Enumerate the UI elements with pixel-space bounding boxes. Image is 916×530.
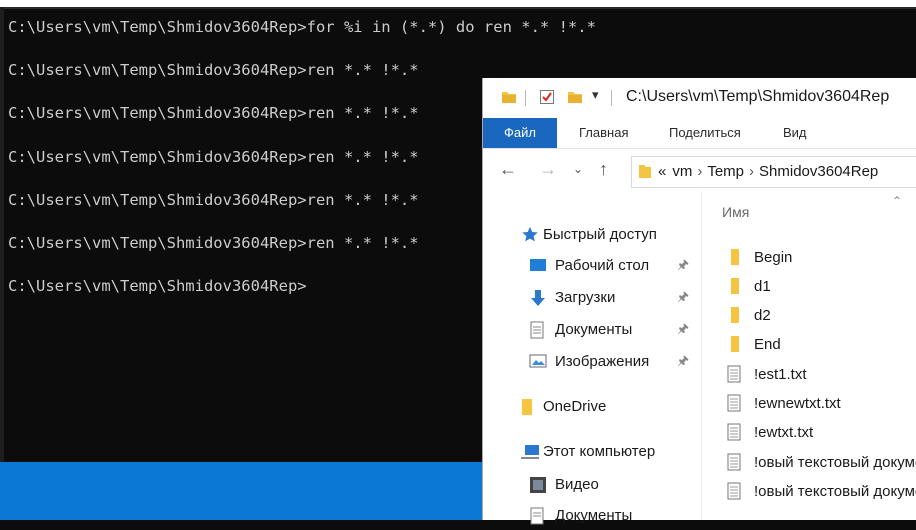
tab-file[interactable]: Файл [483, 118, 557, 148]
title-separator [611, 90, 612, 106]
nav-item-label: Документы [555, 507, 633, 524]
ribbon-tabs: Файл Главная Поделиться Вид [483, 118, 916, 149]
list-item[interactable]: !овый текстовый документ (2).txt [726, 479, 916, 505]
list-item[interactable]: d1 [726, 274, 916, 300]
nav-item-label: Этот компьютер [543, 443, 656, 460]
computer-icon [519, 443, 541, 466]
window-title: C:\Users\vm\Temp\Shmidov3604Rep [626, 88, 890, 105]
folder-icon [521, 398, 533, 421]
properties-icon[interactable] [539, 89, 555, 110]
file-name: d1 [754, 278, 771, 295]
nav-item-documents-pc[interactable]: Документы [483, 503, 701, 529]
nav-item-label: OneDrive [543, 398, 607, 415]
text-file-icon [726, 423, 742, 446]
file-name: !ewnewtxt.txt [754, 395, 841, 412]
breadcrumb-separator: › [749, 163, 755, 180]
column-header-name[interactable]: Имя [722, 204, 749, 220]
pin-icon: 🖈 [677, 257, 690, 272]
console-line: C:\Users\vm\Temp\Shmidov3604Rep>for %i i… [8, 18, 596, 36]
list-item[interactable]: !est1.txt [726, 362, 916, 388]
document-icon [529, 507, 545, 530]
nav-item-label: Быстрый доступ [543, 226, 657, 243]
nav-item-label: Видео [555, 476, 599, 493]
list-item[interactable]: !ewtxt.txt [726, 420, 916, 446]
breadcrumb-item[interactable]: vm [672, 163, 692, 180]
nav-item-images[interactable]: Изображения 🖈 [483, 349, 701, 375]
title-bar[interactable]: ▾ C:\Users\vm\Temp\Shmidov3604Rep [483, 78, 916, 118]
desktop-icon [529, 257, 547, 278]
breadcrumb-item[interactable]: Temp [707, 163, 744, 180]
pictures-icon [529, 353, 547, 374]
breadcrumb-separator: › [697, 163, 703, 180]
console-line: C:\Users\vm\Temp\Shmidov3604Rep>ren *.* … [8, 148, 419, 166]
back-arrow-icon[interactable]: ← [499, 159, 517, 180]
folder-icon [726, 335, 742, 358]
file-name: !ewtxt.txt [754, 424, 814, 441]
address-bar[interactable]: «vm › Temp › Shmidov3604Rep [631, 156, 916, 188]
pin-icon: 🖈 [677, 321, 690, 336]
screen-left-border [0, 7, 4, 520]
pin-icon: 🖈 [677, 353, 690, 368]
navigation-pane: Быстрый доступ Рабочий стол 🖈 Загрузки 🖈… [483, 191, 701, 525]
list-item[interactable]: Begin [726, 245, 916, 271]
nav-item-label: Документы [555, 321, 633, 338]
nav-item-video[interactable]: Видео [483, 472, 701, 498]
nav-item-quick-access[interactable]: Быстрый доступ [483, 222, 701, 248]
video-icon [529, 476, 547, 499]
file-name: !est1.txt [754, 366, 807, 383]
breadcrumb-item[interactable]: Shmidov3604Rep [759, 163, 878, 180]
title-separator [525, 90, 526, 106]
folder-icon [638, 163, 652, 184]
text-file-icon [726, 482, 742, 505]
breadcrumb-overflow[interactable]: « [658, 163, 666, 180]
folder-icon [501, 89, 517, 110]
new-folder-icon[interactable] [567, 89, 583, 110]
file-name: d2 [754, 307, 771, 324]
list-item[interactable]: !ewnewtxt.txt [726, 391, 916, 417]
list-item[interactable]: d2 [726, 303, 916, 329]
list-item[interactable]: End [726, 332, 916, 358]
up-arrow-icon[interactable]: ↑ [599, 159, 608, 180]
console-line: C:\Users\vm\Temp\Shmidov3604Rep>ren *.* … [8, 234, 419, 252]
console-line: C:\Users\vm\Temp\Shmidov3604Rep>ren *.* … [8, 104, 419, 122]
download-arrow-icon [529, 289, 547, 312]
folder-icon [726, 277, 742, 300]
file-name: !овый текстовый документ (2).txt [754, 483, 916, 500]
address-bar-area: ← → ⌄ ↑ «vm › Temp › Shmidov3604Rep [483, 149, 916, 191]
nav-item-this-pc[interactable]: Этот компьютер [483, 439, 701, 465]
nav-item-downloads[interactable]: Загрузки 🖈 [483, 285, 701, 311]
console-line: C:\Users\vm\Temp\Shmidov3604Rep>ren *.* … [8, 61, 419, 79]
nav-item-label: Рабочий стол [555, 257, 650, 274]
file-name: Begin [754, 249, 793, 266]
text-file-icon [726, 453, 742, 476]
folder-icon [726, 306, 742, 329]
recent-locations-chevron-icon[interactable]: ⌄ [573, 162, 583, 176]
star-icon [521, 226, 539, 249]
folder-icon [726, 248, 742, 271]
tab-home[interactable]: Главная [579, 118, 628, 148]
console-line: C:\Users\vm\Temp\Shmidov3604Rep>ren *.* … [8, 191, 419, 209]
forward-arrow-icon[interactable]: → [539, 159, 557, 180]
nav-item-label: Изображения [555, 353, 650, 370]
text-file-icon [726, 394, 742, 417]
file-explorer-window[interactable]: ▾ C:\Users\vm\Temp\Shmidov3604Rep Файл Г… [482, 78, 916, 525]
pin-icon: 🖈 [677, 289, 690, 304]
text-file-icon [726, 365, 742, 388]
tab-view[interactable]: Вид [783, 118, 807, 148]
document-icon [529, 321, 545, 344]
tab-share[interactable]: Поделиться [669, 118, 741, 148]
breadcrumb: «vm › Temp › Shmidov3604Rep [658, 163, 878, 180]
nav-item-onedrive[interactable]: OneDrive [483, 394, 701, 420]
file-list: Имя ⌃ Begin d1 d2 End !est1.txt !ewnewtx… [701, 191, 916, 520]
list-item[interactable]: !овый текстовый документ.txt [726, 450, 916, 476]
quick-access-toolbar-dropdown-icon[interactable]: ▾ [592, 87, 599, 103]
nav-item-documents[interactable]: Документы 🖈 [483, 317, 701, 343]
file-name: !овый текстовый документ.txt [754, 454, 916, 471]
nav-item-desktop[interactable]: Рабочий стол 🖈 [483, 253, 701, 279]
nav-item-label: Загрузки [555, 289, 616, 306]
sort-up-icon: ⌃ [892, 194, 903, 208]
console-prompt[interactable]: C:\Users\vm\Temp\Shmidov3604Rep> [8, 275, 307, 297]
file-name: End [754, 336, 781, 353]
